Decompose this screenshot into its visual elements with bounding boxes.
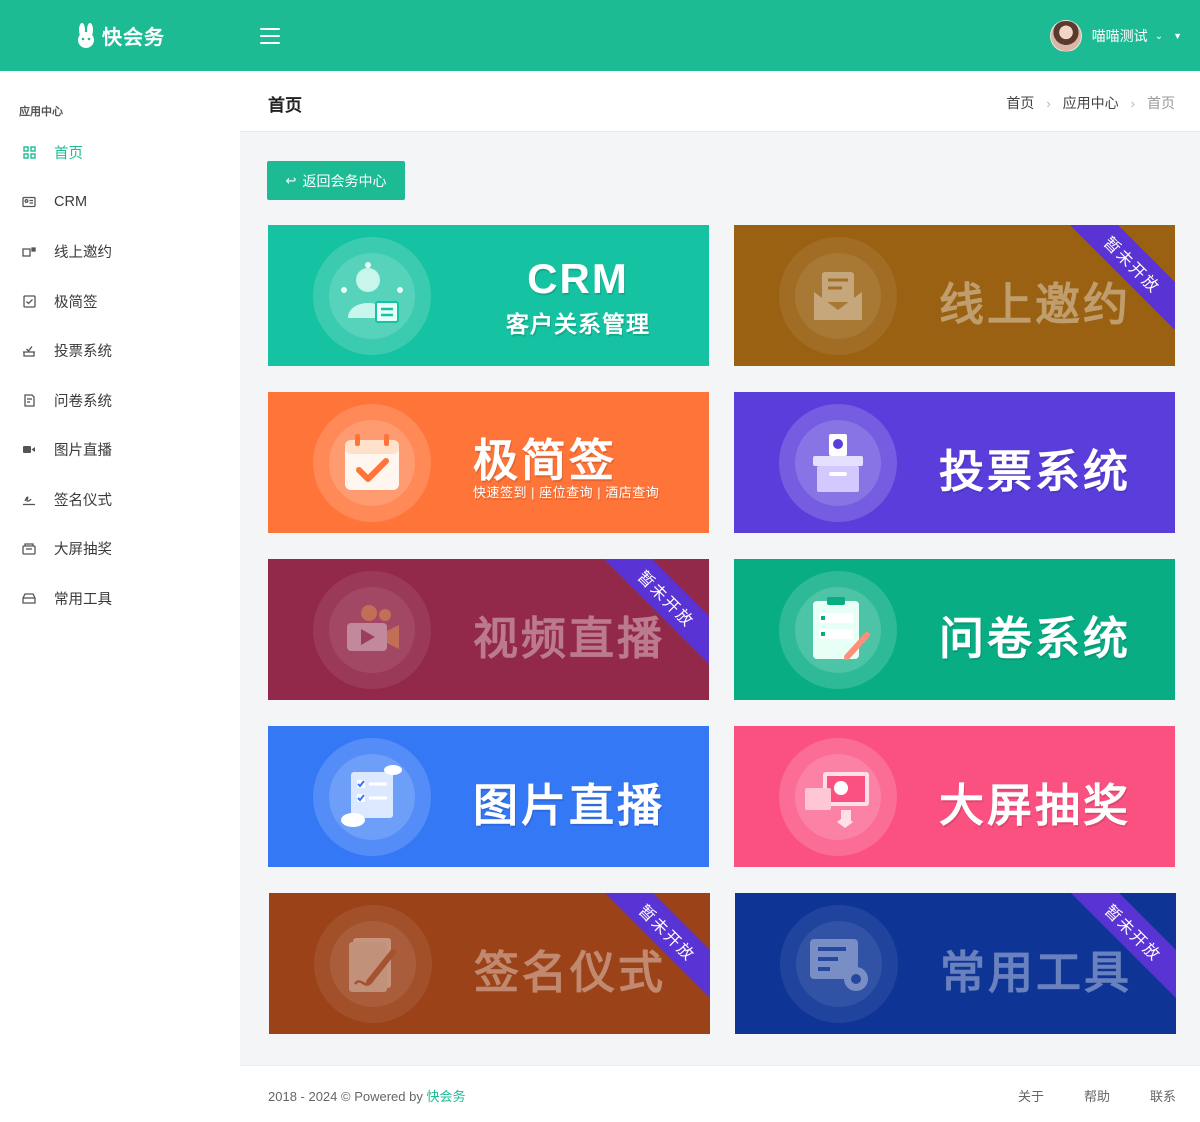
card-title: CRM	[527, 255, 629, 302]
chevron-right-icon: ›	[1130, 95, 1135, 111]
signature-icon	[22, 492, 36, 506]
arrow-left-icon: ↩	[285, 172, 297, 188]
sidebar-item-label: 问卷系统	[54, 393, 112, 410]
back-to-center-button[interactable]: ↩ 返回会务中心	[267, 161, 405, 200]
top-bar: 快会务 喵喵测试 ⌄ ▼	[0, 0, 1200, 71]
app-card-vote[interactable]: 投票系统	[734, 392, 1175, 533]
video-camera-icon	[329, 587, 415, 673]
copyright: 2018 - 2024 © Powered by 快会务	[268, 1086, 465, 1105]
chevron-down-icon: ⌄	[1154, 30, 1164, 42]
avatar	[1049, 20, 1082, 52]
sidebar-item-label: 签名仪式	[54, 492, 112, 509]
sidebar: 应用中心 首页 CRM 线上邀约 极简签 投票系统 问卷系统 图片直播 签名仪式…	[0, 71, 240, 1122]
big-screen-icon	[795, 754, 881, 840]
card-title: 大屏抽奖	[939, 780, 1132, 831]
app-card-tools[interactable]: 常用工具 暂未开放	[735, 893, 1176, 1034]
sidebar-item-label: 线上邀约	[54, 245, 112, 262]
photo-list-icon	[329, 754, 415, 840]
tool-gear-icon	[796, 921, 882, 1007]
footer: 2018 - 2024 © Powered by 快会务 关于 帮助 联系	[240, 1065, 1200, 1122]
calendar-check-icon	[329, 420, 415, 506]
card-title: 视频直播	[473, 613, 666, 664]
lottery-icon	[22, 542, 36, 556]
app-card-checkin[interactable]: 极简签 快速签到 | 座位查询 | 酒店查询	[268, 392, 709, 533]
sidebar-item-label: 首页	[54, 146, 83, 163]
page-title: 首页	[268, 96, 302, 115]
hamburger-menu-icon[interactable]	[260, 27, 280, 44]
card-title: 常用工具	[940, 947, 1133, 998]
pen-paper-icon	[330, 921, 416, 1007]
sidebar-item-label: 大屏抽奖	[54, 542, 112, 559]
breadcrumb-item[interactable]: 应用中心	[1063, 93, 1119, 113]
app-card-invite[interactable]: 线上邀约 暂未开放	[734, 225, 1175, 366]
copyright-brand-link[interactable]: 快会务	[426, 1089, 465, 1104]
sidebar-nav: 首页 CRM 线上邀约 极简签 投票系统 问卷系统 图片直播 签名仪式 大屏抽奖…	[0, 128, 240, 623]
app-card-photo-live[interactable]: 图片直播	[268, 726, 709, 867]
sidebar-item-label: 极简签	[54, 294, 98, 311]
sidebar-item-checkin[interactable]: 极简签	[0, 277, 240, 327]
invite-icon	[22, 245, 36, 259]
user-menu[interactable]: 喵喵测试 ⌄ ▼	[1049, 20, 1182, 52]
card-title: 极简签	[473, 435, 618, 486]
breadcrumb-item[interactable]: 首页	[1006, 93, 1034, 113]
app-card-survey[interactable]: 问卷系统	[734, 559, 1175, 700]
sidebar-item-tools[interactable]: 常用工具	[0, 574, 240, 624]
sidebar-item-crm[interactable]: CRM	[0, 178, 240, 228]
dashboard-icon	[22, 146, 36, 160]
sidebar-item-signature[interactable]: 签名仪式	[0, 475, 240, 525]
user-name: 喵喵测试	[1091, 28, 1148, 44]
clipboard-form-icon	[795, 587, 881, 673]
sidebar-item-survey[interactable]: 问卷系统	[0, 376, 240, 426]
sidebar-item-label: CRM	[54, 194, 88, 211]
app-card-crm[interactable]: CRM 客户关系管理	[268, 225, 709, 366]
breadcrumb: 首页 › 应用中心 › 首页	[1006, 93, 1175, 113]
card-subtitle: 客户关系管理	[506, 311, 650, 337]
footer-links: 关于 帮助 联系	[978, 1086, 1176, 1105]
breadcrumb-current: 首页	[1147, 95, 1175, 111]
footer-link-contact[interactable]: 联系	[1150, 1086, 1176, 1105]
app-card-video-live[interactable]: 视频直播 暂未开放	[268, 559, 709, 700]
footer-link-about[interactable]: 关于	[1018, 1086, 1044, 1105]
checkin-icon	[22, 294, 36, 308]
ballot-box-icon	[795, 420, 881, 506]
sidebar-item-label: 投票系统	[54, 344, 112, 361]
app-card-signature[interactable]: 签名仪式 暂未开放	[269, 893, 710, 1034]
back-button-label: 返回会务中心	[302, 172, 387, 189]
copyright-text: 2018 - 2024 © Powered by	[268, 1089, 427, 1104]
sidebar-item-home[interactable]: 首页	[0, 128, 240, 178]
card-title: 线上邀约	[939, 279, 1132, 330]
card-title: 投票系统	[939, 446, 1132, 497]
sidebar-item-label: 图片直播	[54, 443, 112, 460]
footer-link-help[interactable]: 帮助	[1084, 1086, 1110, 1105]
brand[interactable]: 快会务	[0, 21, 240, 50]
envelope-icon	[795, 253, 881, 339]
sidebar-item-invite[interactable]: 线上邀约	[0, 227, 240, 277]
vote-icon	[22, 344, 36, 358]
brand-name: 快会务	[102, 27, 165, 49]
sidebar-heading: 应用中心	[19, 106, 63, 118]
app-card-lottery[interactable]: 大屏抽奖	[734, 726, 1175, 867]
survey-icon	[22, 393, 36, 407]
rabbit-logo-icon	[78, 22, 94, 48]
sidebar-item-vote[interactable]: 投票系统	[0, 326, 240, 376]
sidebar-item-label: 常用工具	[54, 591, 112, 608]
toolbox-icon	[22, 591, 36, 605]
caret-down-icon: ▼	[1173, 31, 1182, 41]
card-title: 图片直播	[473, 780, 666, 831]
sidebar-item-lottery[interactable]: 大屏抽奖	[0, 524, 240, 574]
page-header: 首页 首页 › 应用中心 › 首页	[240, 71, 1200, 132]
card-subtitle: 快速签到 | 座位查询 | 酒店查询	[473, 485, 660, 500]
card-title: 签名仪式	[474, 947, 667, 998]
crm-user-icon	[329, 253, 415, 339]
chevron-right-icon: ›	[1046, 95, 1051, 111]
contact-card-icon	[22, 195, 36, 209]
sidebar-item-photo-live[interactable]: 图片直播	[0, 425, 240, 475]
card-title: 问卷系统	[939, 613, 1132, 664]
camera-icon	[22, 443, 36, 457]
